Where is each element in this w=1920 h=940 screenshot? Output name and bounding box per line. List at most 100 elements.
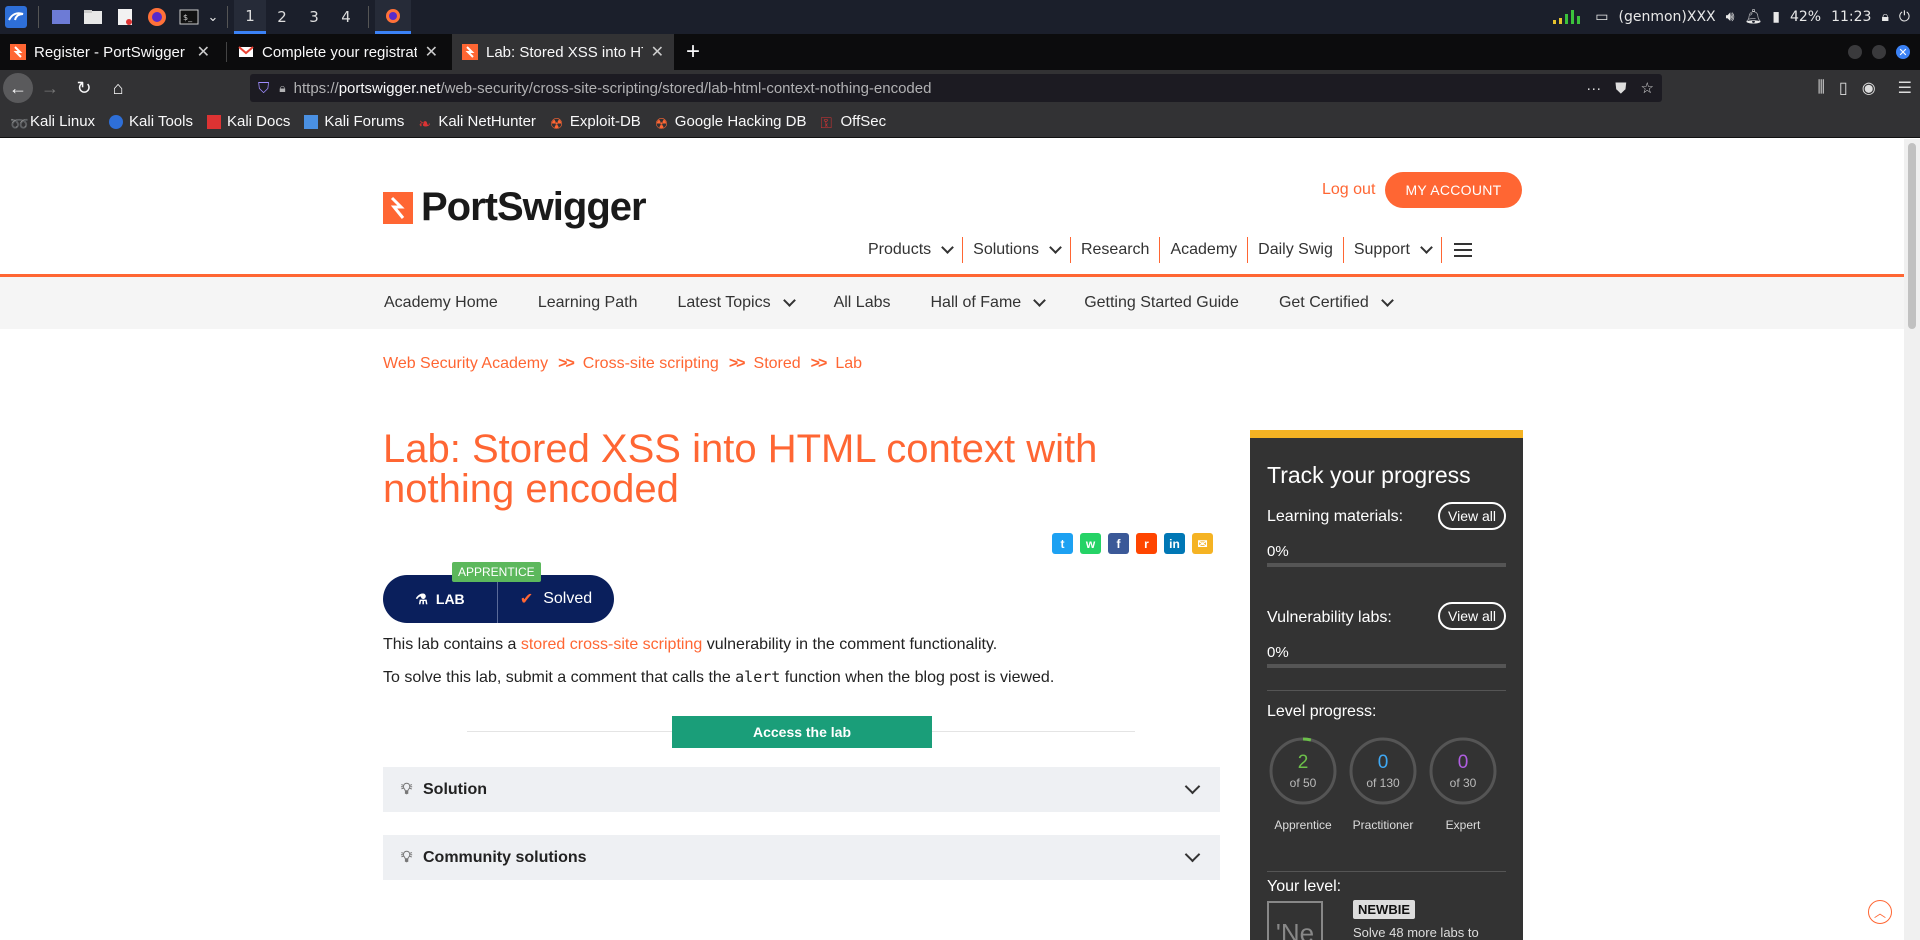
access-lab-button[interactable]: Access the lab — [672, 716, 932, 748]
learning-view-all-button[interactable]: View all — [1438, 502, 1506, 530]
tab-close-icon[interactable]: ✕ — [425, 42, 438, 62]
forward-button[interactable]: → — [33, 71, 67, 105]
back-button[interactable]: ← — [3, 73, 33, 103]
bookmark-kali-forums[interactable]: Kali Forums — [304, 113, 404, 130]
level-ring-label: Expert — [1445, 818, 1481, 832]
genmon-display-icon: ▭ — [1595, 9, 1609, 25]
subnav-learning-path[interactable]: Learning Path — [538, 294, 638, 312]
workspace-4[interactable]: 4 — [330, 0, 362, 34]
firefox-launcher-icon[interactable] — [141, 0, 173, 34]
labs-view-all-button[interactable]: View all — [1438, 602, 1506, 630]
vulnerability-labs-label: Vulnerability labs: — [1267, 609, 1392, 626]
padlock-icon[interactable]: 🔒︎ — [279, 81, 285, 96]
breadcrumb-separator: >> — [558, 355, 575, 372]
bookmark-kali-nethunter[interactable]: ❧ Kali NetHunter — [418, 113, 536, 133]
page-scrollbar[interactable] — [1904, 139, 1920, 940]
bookmark-exploit-db[interactable]: ☢ Exploit-DB — [550, 113, 641, 133]
level-ring-label: Practitioner — [1352, 818, 1414, 832]
bookmark-kali-linux[interactable]: ➿ Kali Linux — [10, 113, 95, 133]
show-desktop-icon[interactable] — [45, 0, 77, 34]
workspace-2[interactable]: 2 — [266, 0, 298, 34]
subnav-latest-topics[interactable]: Latest Topics — [677, 294, 796, 312]
checkmark-icon: ✔ — [519, 591, 534, 608]
level-progress-label: Level progress: — [1267, 703, 1377, 720]
nav-research[interactable]: Research — [1071, 237, 1161, 263]
subnav-get-certified[interactable]: Get Certified — [1279, 294, 1394, 312]
scrollbar-thumb[interactable] — [1908, 143, 1916, 329]
community-solutions-accordion[interactable]: 💡︎ Community solutions — [383, 835, 1220, 880]
twitter-icon[interactable]: t — [1052, 533, 1073, 554]
breadcrumb-lab[interactable]: Lab — [835, 355, 862, 373]
academy-subnav: Academy Home Learning Path Latest Topics… — [0, 277, 1904, 329]
tab-register[interactable]: Register - PortSwigger ✕ — [0, 34, 220, 70]
bookmark-kali-docs[interactable]: Kali Docs — [206, 113, 290, 130]
lock-screen-icon[interactable]: 🔒︎ — [1881, 9, 1888, 25]
notification-bell-icon[interactable]: 🔔︎ — [1744, 9, 1762, 25]
kali-tools-icon — [109, 114, 124, 129]
logout-link[interactable]: Log out — [1322, 181, 1375, 199]
url-bar[interactable]: ⛉ 🔒︎ https://portswigger.net/web-securit… — [250, 74, 1662, 102]
linkedin-icon[interactable]: in — [1164, 533, 1185, 554]
tab-close-icon[interactable]: ✕ — [197, 42, 210, 62]
reddit-icon[interactable]: r — [1136, 533, 1157, 554]
back-to-top-icon[interactable]: ︿ — [1868, 900, 1892, 924]
nav-solutions[interactable]: Solutions — [963, 237, 1071, 263]
browser-nav-bar: ← → ↻ ⌂ ⛉ 🔒︎ https://portswigger.net/web… — [0, 70, 1920, 106]
bookmark-offsec[interactable]: ⚿ OffSec — [820, 113, 887, 132]
solution-accordion[interactable]: 💡︎ Solution — [383, 767, 1220, 812]
subnav-hall-of-fame[interactable]: Hall of Fame — [930, 294, 1047, 312]
power-icon[interactable]: ⏻ — [1899, 9, 1910, 25]
new-tab-button[interactable]: + — [676, 34, 710, 70]
logo-text: PortSwigger — [421, 185, 647, 229]
tab-lab-active[interactable]: Lab: Stored XSS into HTM ✕ — [452, 34, 674, 70]
whatsapp-icon[interactable]: w — [1080, 533, 1101, 554]
bookmark-google-hacking-db[interactable]: ☢ Google Hacking DB — [655, 113, 807, 133]
my-account-button[interactable]: MY ACCOUNT — [1385, 172, 1522, 208]
clock[interactable]: 11:23 — [1831, 9, 1871, 25]
breadcrumb-stored[interactable]: Stored — [754, 355, 801, 373]
page-actions-icon[interactable]: ··· — [1586, 80, 1601, 97]
nav-academy[interactable]: Academy — [1160, 237, 1249, 263]
app-menu-icon[interactable]: ☰ — [1898, 78, 1912, 98]
bookmark-star-icon[interactable]: ☆ — [1641, 79, 1654, 97]
library-icon[interactable]: ⫼ — [1818, 79, 1825, 97]
portswigger-icon — [10, 44, 26, 60]
pocket-icon[interactable]: ⛊ — [1615, 80, 1626, 97]
volume-icon[interactable]: 🔊︎ — [1726, 9, 1735, 25]
subnav-getting-started[interactable]: Getting Started Guide — [1084, 294, 1239, 312]
account-icon[interactable]: ◉ — [1862, 78, 1876, 98]
subnav-all-labs[interactable]: All Labs — [834, 294, 891, 312]
subnav-academy-home[interactable]: Academy Home — [384, 294, 498, 312]
tab-gmail[interactable]: Complete your registratio ✕ — [228, 34, 448, 70]
kali-menu-icon[interactable] — [0, 0, 32, 34]
lab-label: ⚗︎ LAB — [383, 575, 498, 623]
minimize-window-button[interactable] — [1848, 45, 1862, 59]
workspace-1[interactable]: 1 — [234, 0, 266, 34]
nav-daily-swig[interactable]: Daily Swig — [1248, 237, 1344, 263]
file-manager-icon[interactable] — [77, 0, 109, 34]
breadcrumb-cross-site-scripting[interactable]: Cross-site scripting — [583, 355, 719, 373]
facebook-icon[interactable]: f — [1108, 533, 1129, 554]
nav-support[interactable]: Support — [1344, 237, 1442, 263]
hamburger-menu-icon[interactable] — [1453, 243, 1472, 257]
maximize-window-button[interactable] — [1872, 45, 1886, 59]
close-window-button[interactable]: ✕ — [1896, 45, 1910, 59]
nav-products[interactable]: Products — [858, 237, 964, 263]
workspace-3[interactable]: 3 — [298, 0, 330, 34]
kali-forums-icon — [304, 114, 319, 129]
offsec-icon: ⚿ — [820, 114, 832, 132]
text-editor-icon[interactable] — [109, 0, 141, 34]
home-button[interactable]: ⌂ — [101, 71, 135, 105]
reload-button[interactable]: ↻ — [67, 71, 101, 105]
stored-xss-link[interactable]: stored cross-site scripting — [521, 636, 702, 653]
launcher-dropdown-icon[interactable]: ⌄ — [205, 0, 221, 34]
sidebar-icon[interactable]: ▯ — [1839, 78, 1848, 98]
email-icon[interactable]: ✉ — [1192, 533, 1213, 554]
bookmark-kali-tools[interactable]: Kali Tools — [109, 113, 193, 130]
tracking-protection-icon[interactable]: ⛉ — [258, 80, 269, 97]
breadcrumb-web-security-academy[interactable]: Web Security Academy — [383, 355, 548, 373]
terminal-icon[interactable]: $_ — [173, 0, 205, 34]
tab-close-icon[interactable]: ✕ — [651, 42, 664, 62]
taskbar-firefox-window[interactable] — [375, 0, 411, 34]
portswigger-logo[interactable]: PortSwigger — [383, 185, 647, 230]
